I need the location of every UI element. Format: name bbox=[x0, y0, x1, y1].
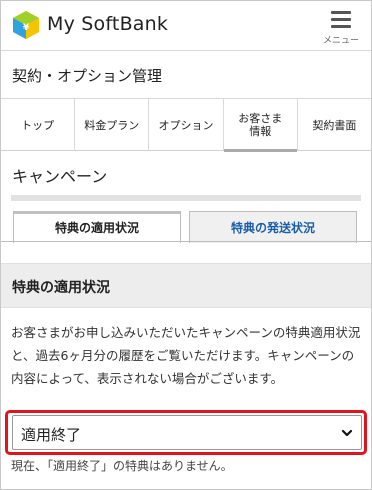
page-title-row: 契約・オプション管理 bbox=[1, 52, 371, 99]
status-description: お客さまがお申し込みいただいたキャンペーンの特典適用状況と、過去6ヶ月分の履歴を… bbox=[11, 325, 361, 386]
nav-tab-label: 料金プラン bbox=[84, 118, 140, 132]
status-heading-band: 特典の適用状況 bbox=[1, 263, 371, 308]
nav-tab-label: 契約書面 bbox=[312, 118, 357, 132]
section-divider bbox=[11, 195, 361, 201]
nav-tab-label: オプション bbox=[158, 118, 214, 132]
app-frame: ¥ My SoftBank メニュー 契約・オプション管理 トップ 料金プラン … bbox=[0, 0, 372, 490]
hamburger-menu-icon bbox=[331, 9, 351, 29]
campaign-subtabs: 特典の適用状況 特典の発送状況 bbox=[11, 211, 361, 243]
empty-result-note: 現在、「適用終了」の特典はありません。 bbox=[11, 459, 233, 473]
select-value: 適用終了 bbox=[21, 426, 82, 444]
nav-tab-label: トップ bbox=[21, 118, 55, 132]
app-title: My SoftBank bbox=[47, 13, 169, 35]
tab-benefit-applied[interactable]: 特典の適用状況 bbox=[13, 211, 181, 243]
campaign-title: キャンペーン bbox=[12, 167, 108, 186]
nav-tab-contract-docs[interactable]: 契約書面 bbox=[298, 99, 371, 151]
svg-text:¥: ¥ bbox=[23, 23, 30, 33]
nav-tab-label-line1: お客さま bbox=[238, 112, 283, 125]
tab-benefit-shipping[interactable]: 特典の発送状況 bbox=[189, 211, 357, 243]
menu-button[interactable]: メニュー bbox=[319, 7, 363, 47]
nav-tab-customer-info[interactable]: お客さま 情報 bbox=[223, 99, 298, 152]
menu-label: メニュー bbox=[322, 36, 359, 46]
subtab-baseline bbox=[1, 241, 371, 242]
page-title: 契約・オプション管理 bbox=[12, 67, 163, 85]
app-header: ¥ My SoftBank メニュー bbox=[1, 1, 371, 51]
nav-tab-top[interactable]: トップ bbox=[1, 99, 76, 151]
chevron-down-icon bbox=[341, 429, 353, 437]
nav-tab-label-wrap: お客さま 情報 bbox=[238, 112, 282, 138]
nav-tab-label-line2: 情報 bbox=[249, 125, 272, 138]
softbank-logo-icon[interactable]: ¥ bbox=[11, 10, 41, 40]
nav-tab-options[interactable]: オプション bbox=[149, 99, 224, 151]
status-filter-select[interactable]: 適用終了 bbox=[12, 415, 362, 450]
status-heading: 特典の適用状況 bbox=[12, 280, 110, 296]
nav-tabs: トップ 料金プラン オプション お客さま 情報 契約書面 bbox=[1, 99, 371, 152]
nav-tab-plan[interactable]: 料金プラン bbox=[75, 99, 150, 151]
